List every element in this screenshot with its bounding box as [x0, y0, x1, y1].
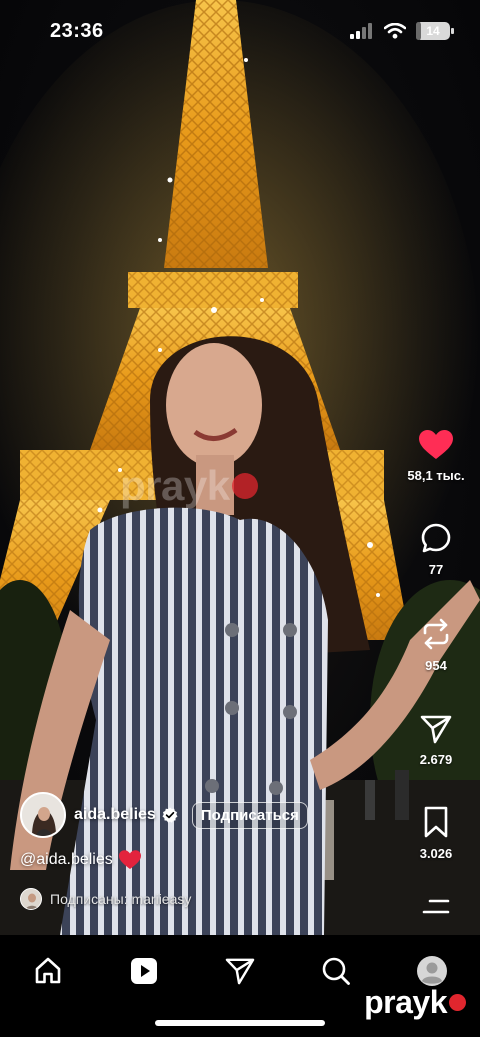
follow-button[interactable]: Подписаться [191, 801, 308, 829]
battery-indicator: 14 [416, 22, 454, 40]
red-heart-emoji-icon [118, 850, 141, 870]
comment-count: 77 [428, 562, 444, 577]
nav-direct[interactable] [216, 947, 264, 995]
repost-arrows-icon [423, 618, 449, 650]
follower-avatar-image [21, 889, 41, 909]
wifi-icon [384, 23, 406, 39]
nav-search[interactable] [312, 947, 360, 995]
nav-home[interactable] [24, 947, 72, 995]
bookmark-icon [424, 806, 448, 838]
battery-percent: 14 [426, 24, 440, 38]
repost-button[interactable]: 954 [420, 618, 452, 714]
comment-button[interactable]: 77 [420, 522, 452, 618]
status-time: 23:36 [50, 20, 104, 42]
like-button[interactable]: 58,1 тыс. [407, 430, 465, 522]
cellular-signal-icon [350, 23, 372, 39]
watermark-center: prayk [120, 462, 258, 510]
watermark-bottom: prayk [364, 984, 466, 1021]
post-caption: @aida.belies [20, 850, 141, 870]
watermark-text: prayk [364, 984, 447, 1020]
verified-badge-icon [162, 807, 178, 823]
like-count: 58,1 тыс. [407, 468, 465, 483]
action-rail: 58,1 тыс. 77 954 2.679 3.026 [407, 430, 465, 918]
profile-icon [417, 956, 447, 986]
followed-by-text: Подписаны: mariieasy [50, 891, 192, 907]
followed-by-row[interactable]: Подписаны: mariieasy [20, 888, 191, 910]
follower-avatar [20, 888, 42, 910]
author-avatar-image [22, 794, 64, 836]
reels-icon [131, 958, 157, 984]
home-icon [35, 957, 61, 984]
battery-tip [451, 28, 454, 34]
menu-lines-icon [422, 899, 450, 914]
send-icon [225, 958, 255, 985]
status-icons: 14 [350, 22, 454, 40]
watermark-dot [231, 473, 258, 499]
watermark-text: prayk [120, 462, 230, 509]
save-count: 3.026 [419, 846, 453, 861]
repost-count: 954 [425, 658, 447, 673]
more-options-button[interactable] [422, 896, 450, 918]
nav-reels[interactable] [120, 947, 168, 995]
heart-filled-icon [419, 430, 453, 459]
home-indicator[interactable] [155, 1020, 325, 1026]
comment-bubble-icon [421, 523, 451, 553]
status-bar: 23:36 14 [0, 0, 480, 62]
send-paper-plane-icon [420, 715, 452, 744]
watermark-dot [449, 994, 466, 1011]
author-row: aida.belies Подписаться [20, 792, 308, 838]
caption-mention[interactable]: @aida.belies [20, 851, 113, 869]
author-avatar[interactable] [20, 792, 66, 838]
author-username[interactable]: aida.belies [74, 806, 156, 824]
share-count: 2.679 [419, 752, 453, 767]
share-button[interactable]: 2.679 [419, 714, 453, 806]
save-button[interactable]: 3.026 [419, 806, 453, 896]
search-icon [322, 957, 350, 985]
